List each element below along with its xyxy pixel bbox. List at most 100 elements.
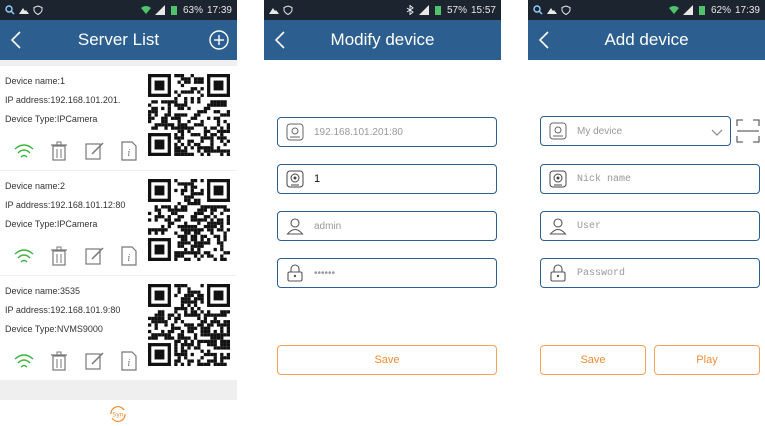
device-ip: IP address:192.168.101.12:80	[5, 200, 126, 210]
svg-text:i: i	[128, 149, 131, 159]
nickname-placeholder: Nick name	[577, 173, 632, 185]
device-name: Device name:2	[5, 181, 66, 191]
sync-label: Syn	[112, 412, 123, 419]
edit-icon[interactable]	[83, 140, 105, 162]
delete-icon[interactable]	[48, 140, 70, 162]
play-button[interactable]: Play	[654, 345, 760, 375]
password-field[interactable]: Password	[540, 258, 760, 288]
password-value: ••••••	[314, 267, 336, 279]
device-card[interactable]: Device name:3535 IP address:192.168.101.…	[0, 276, 237, 380]
delete-icon[interactable]	[48, 245, 70, 267]
device-name: Device name:1	[5, 76, 66, 86]
device-ip: IP address:192.168.101.201.	[5, 95, 121, 105]
battery-status-icon	[698, 6, 705, 15]
device-type: Device Type:NVMS9000	[5, 324, 103, 334]
edit-icon[interactable]	[83, 245, 105, 267]
svg-text:i: i	[128, 359, 131, 369]
qr-code-icon	[148, 179, 230, 261]
title-bar: Server List	[0, 20, 237, 60]
device-type: Device Type:IPCamera	[5, 114, 98, 124]
image-status-icon	[547, 8, 557, 14]
image-status-icon	[19, 8, 29, 14]
info-icon[interactable]: i	[118, 245, 140, 267]
password-field[interactable]: ••••••	[277, 258, 497, 288]
title-bar: Modify device	[264, 20, 501, 60]
user-value: admin	[314, 220, 342, 232]
info-icon[interactable]: i	[118, 140, 140, 162]
battery-status-icon	[434, 6, 441, 15]
battery-percent: 57%	[446, 4, 467, 16]
user-field[interactable]: User	[540, 211, 760, 241]
signal-status-icon	[418, 5, 429, 15]
sync-icon[interactable]: Syn	[107, 403, 129, 425]
status-bar: 57% 15:57	[264, 0, 501, 20]
device-list: Device name:1 IP address:192.168.101.201…	[0, 60, 237, 426]
device-card[interactable]: Device name:2 IP address:192.168.101.12:…	[0, 171, 237, 275]
save-button[interactable]: Save	[540, 345, 646, 375]
page-title: Modify device	[330, 30, 435, 49]
camera-icon	[549, 170, 567, 188]
wifi-status-icon	[140, 6, 151, 14]
qr-code-icon	[148, 284, 230, 366]
image-status-icon	[269, 8, 279, 14]
shield-status-icon	[283, 5, 293, 15]
search-status-icon	[533, 5, 543, 15]
device-select-value: My device	[577, 125, 623, 137]
info-icon[interactable]: i	[118, 350, 140, 372]
battery-status-icon	[170, 6, 177, 15]
device-ip: IP address:192.168.101.9:80	[5, 305, 121, 315]
back-arrow-icon[interactable]	[6, 29, 28, 51]
modify-device-screen: 57% 15:57 Modify device 192.168.101.201:…	[264, 0, 501, 426]
svg-text:i: i	[128, 254, 131, 264]
shield-status-icon	[33, 5, 43, 15]
battery-percent: 62%	[710, 4, 731, 16]
signal-status-icon	[154, 5, 165, 15]
signal-status-icon	[682, 5, 693, 15]
password-placeholder: Password	[577, 267, 626, 279]
page-title: Add device	[604, 30, 689, 49]
user-field[interactable]: admin	[277, 211, 497, 241]
address-value: 192.168.101.201:80	[314, 126, 403, 138]
battery-percent: 63%	[182, 4, 203, 16]
clock: 17:39	[734, 4, 760, 16]
wifi-status-icon	[668, 6, 679, 14]
device-card[interactable]: Device name:1 IP address:192.168.101.201…	[0, 66, 237, 170]
page-title: Server List	[77, 30, 160, 49]
device-type: Device Type:IPCamera	[5, 219, 98, 229]
shield-status-icon	[561, 5, 571, 15]
device-name: Device name:3535	[5, 286, 81, 296]
scan-qr-icon[interactable]	[736, 119, 760, 143]
add-device-screen: 62% 17:39 Add device My device Nick name…	[528, 0, 765, 426]
status-bar: 62% 17:39	[528, 0, 765, 20]
search-status-icon	[5, 5, 15, 15]
add-device-icon[interactable]	[208, 29, 230, 51]
wifi-icon	[14, 354, 34, 368]
save-button[interactable]: Save	[277, 345, 497, 375]
clock: 17:39	[206, 4, 232, 16]
camera-icon	[286, 170, 304, 188]
delete-icon[interactable]	[48, 350, 70, 372]
nickname-field[interactable]: 1	[277, 164, 497, 194]
user-icon	[549, 218, 567, 235]
location-pin-icon	[549, 122, 567, 140]
user-placeholder: User	[577, 220, 602, 232]
lock-icon	[550, 264, 566, 282]
status-bar: 63% 17:39	[0, 0, 237, 20]
device-select[interactable]: My device	[540, 116, 731, 146]
title-bar: Add device	[528, 20, 765, 60]
location-pin-icon	[286, 123, 304, 141]
qr-code-icon	[148, 74, 230, 156]
address-field[interactable]: 192.168.101.201:80	[277, 117, 497, 147]
user-icon	[286, 218, 304, 235]
nickname-field[interactable]: Nick name	[540, 164, 760, 194]
clock: 15:57	[470, 4, 496, 16]
bluetooth-status-icon	[406, 5, 414, 15]
nickname-value: 1	[314, 173, 321, 185]
wifi-icon	[14, 249, 34, 263]
server-list-screen: 63% 17:39 Server List Device name:1 IP a…	[0, 0, 237, 426]
edit-icon[interactable]	[83, 350, 105, 372]
back-arrow-icon[interactable]	[534, 29, 556, 51]
lock-icon	[287, 264, 303, 282]
chevron-down-icon[interactable]	[710, 125, 724, 139]
back-arrow-icon[interactable]	[270, 29, 292, 51]
